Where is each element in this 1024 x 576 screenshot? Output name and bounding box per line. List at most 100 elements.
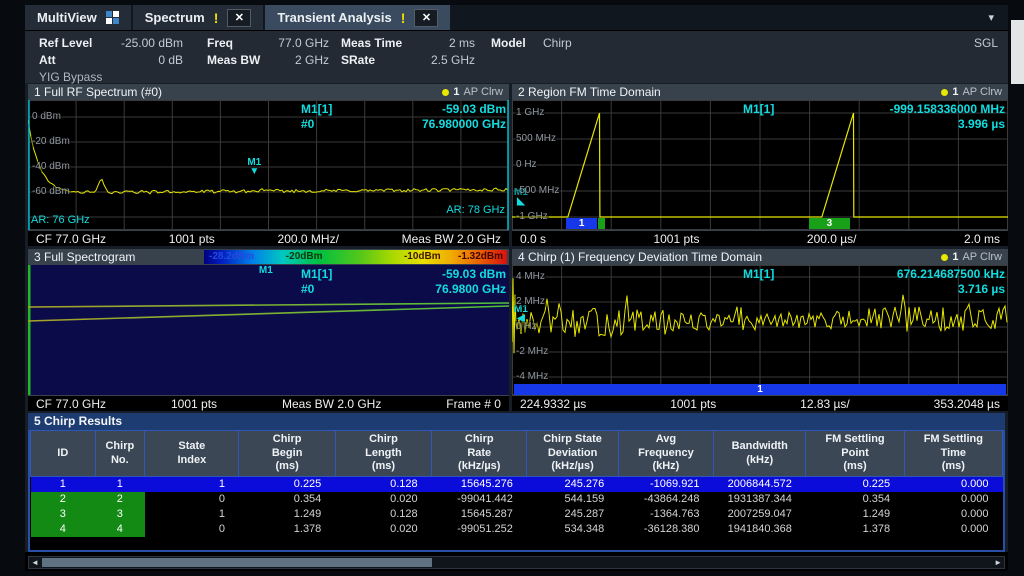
chart-area[interactable]: M1[1]-999.158336000 MHz3.996 µs M1◣ 1 GH… xyxy=(512,100,1008,230)
footer-item: 200.0 MHz/ xyxy=(278,232,339,246)
table-cell: 1 xyxy=(95,477,145,492)
table-column-header[interactable]: Chirp StateDeviation(kHz/µs) xyxy=(527,431,618,477)
table-cell: 0.000 xyxy=(904,507,1002,522)
table-row[interactable]: 4401.3780.020-99051.252534.348-36128.380… xyxy=(31,522,1003,537)
tab-transient-analysis[interactable]: Transient Analysis ! ✕ xyxy=(265,5,450,30)
table-column-header[interactable]: AvgFrequency(kHz) xyxy=(618,431,713,477)
chevron-down-icon[interactable]: ▾ xyxy=(988,11,994,24)
table-cell: 2 xyxy=(95,492,145,507)
warning-icon: ! xyxy=(401,10,406,26)
panel-header[interactable]: 4 Chirp (1) Frequency Deviation Time Dom… xyxy=(512,249,1008,265)
y-axis-tick-label: -1 GHz xyxy=(515,211,549,222)
srate-label[interactable]: SRate xyxy=(341,53,415,67)
table-column-header[interactable]: ChirpNo. xyxy=(95,431,145,477)
ref-level-label[interactable]: Ref Level xyxy=(39,36,119,50)
table-column-header[interactable]: FM SettlingPoint(ms) xyxy=(806,431,904,477)
table-column-header[interactable]: ChirpRate(kHz/µs) xyxy=(432,431,527,477)
att-value[interactable]: 0 dB xyxy=(119,53,183,67)
table-column-header[interactable]: FM SettlingTime(ms) xyxy=(904,431,1002,477)
panel-full-rf-spectrum[interactable]: 1 Full RF Spectrum (#0) 1AP Clrw M1[1]-5… xyxy=(28,84,509,246)
y-axis-tick-label: 1 GHz xyxy=(515,107,545,118)
footer-item: Frame # 0 xyxy=(446,397,501,411)
table-cell: 1.378 xyxy=(239,522,335,537)
table-cell: 2007259.047 xyxy=(714,507,806,522)
table-cell: 0.354 xyxy=(239,492,335,507)
settings-row-3: YIG Bypass xyxy=(39,69,998,85)
table-column-header[interactable]: ChirpLength(ms) xyxy=(335,431,431,477)
marker-readout: M1[1]-999.158336000 MHz3.996 µs xyxy=(743,101,1005,131)
tab-label: Spectrum xyxy=(145,10,205,25)
tab-multiview[interactable]: MultiView xyxy=(25,5,131,30)
analysis-region-stop-label: AR: 78 GHz xyxy=(446,204,505,216)
table-column-header[interactable]: StateIndex xyxy=(145,431,239,477)
panel-chirp-frequency-deviation[interactable]: 4 Chirp (1) Frequency Deviation Time Dom… xyxy=(512,249,1008,411)
panel-full-spectrogram[interactable]: 3 Full Spectrogram -28.2dBm -20dBm -10dB… xyxy=(28,249,509,411)
trace-color-dot xyxy=(941,89,948,96)
marker-readout-row: M1[1]-999.158336000 MHz xyxy=(743,101,1005,116)
chirp-results-table: IDChirpNo.StateIndexChirpBegin(ms)ChirpL… xyxy=(30,430,1003,537)
table-column-header[interactable]: ID xyxy=(31,431,96,477)
y-axis-tick-label: 500 MHz xyxy=(515,133,557,144)
table-row[interactable]: 1110.2250.12815645.276245.276-1069.92120… xyxy=(31,477,1003,492)
table-row[interactable]: 3311.2490.12815645.287245.287-1364.76320… xyxy=(31,507,1003,522)
table-column-header[interactable]: Bandwidth(kHz) xyxy=(714,431,806,477)
panel-header[interactable]: 3 Full Spectrogram -28.2dBm -20dBm -10dB… xyxy=(28,249,509,265)
y-axis-tick-label: 0 Hz xyxy=(515,321,538,332)
panel-header[interactable]: 2 Region FM Time Domain 1AP Clrw xyxy=(512,84,1008,100)
table-header-row: IDChirpNo.StateIndexChirpBegin(ms)ChirpL… xyxy=(31,431,1003,477)
y-axis-tick-label: -500 MHz xyxy=(515,185,560,196)
footer-item: 1001 pts xyxy=(653,232,699,246)
scroll-left-icon[interactable]: ◄ xyxy=(31,558,39,568)
tab-label: Transient Analysis xyxy=(277,10,391,25)
table-row[interactable]: 2200.3540.020-99041.442544.159-43864.248… xyxy=(31,492,1003,507)
chart-area[interactable]: M1[1]676.214687500 kHz3.716 µs M1◀ 4 MHz… xyxy=(512,265,1008,395)
table-cell: 0.020 xyxy=(335,492,431,507)
meas-time-value[interactable]: 2 ms xyxy=(415,36,475,50)
table-column-header[interactable]: ChirpBegin(ms) xyxy=(239,431,335,477)
meas-bw-label[interactable]: Meas BW xyxy=(207,53,269,67)
footer-item: 224.9332 µs xyxy=(520,397,586,411)
srate-value[interactable]: 2.5 GHz xyxy=(415,53,475,67)
m1-marker[interactable]: M1▼ xyxy=(247,158,261,176)
close-icon[interactable]: ✕ xyxy=(227,9,251,27)
y-axis-tick-label: 0 dBm xyxy=(31,111,62,122)
spectrogram-area[interactable]: M1[1]-59.03 dBm#076.9800 GHz M1 xyxy=(28,265,509,395)
trace-mode: AP Clrw xyxy=(962,251,1002,263)
model-label[interactable]: Model xyxy=(491,36,535,50)
close-icon[interactable]: ✕ xyxy=(414,9,438,27)
table-cell: 3 xyxy=(31,507,96,522)
scroll-right-icon[interactable]: ► xyxy=(994,558,1002,568)
table-cell: 0.000 xyxy=(904,477,1002,492)
meas-time-label[interactable]: Meas Time xyxy=(341,36,415,50)
instrument-screen: MultiView Spectrum ! ✕ Transient Analysi… xyxy=(0,0,1024,576)
analysis-region-start-label: AR: 76 GHz xyxy=(31,214,90,226)
marker-readout: M1[1]676.214687500 kHz3.716 µs xyxy=(743,266,1005,296)
color-scale-label: -20dBm xyxy=(286,251,323,262)
table-cell: 1 xyxy=(145,507,239,522)
m1-marker[interactable]: M1 xyxy=(259,266,273,275)
results-title[interactable]: 5 Chirp Results xyxy=(28,413,1005,430)
chirp-results-window[interactable]: 5 Chirp Results IDChirpNo.StateIndexChir… xyxy=(28,413,1005,552)
meas-bw-value[interactable]: 2 GHz xyxy=(269,53,329,67)
freq-value[interactable]: 77.0 GHz xyxy=(269,36,329,50)
table-cell: 0.000 xyxy=(904,522,1002,537)
footer-item: Meas BW 2.0 GHz xyxy=(402,232,501,246)
panel-header[interactable]: 1 Full RF Spectrum (#0) 1AP Clrw xyxy=(28,84,509,100)
att-label[interactable]: Att xyxy=(39,53,119,67)
panel-footer: 0.0 s1001 pts200.0 µs/2.0 ms xyxy=(512,230,1008,246)
y-axis-tick-label: -20 dBm xyxy=(31,136,71,147)
ref-level-value[interactable]: -25.00 dBm xyxy=(119,36,183,50)
chirp-region-bar xyxy=(598,218,605,229)
table-cell: 1931387.344 xyxy=(714,492,806,507)
tab-spectrum[interactable]: Spectrum ! ✕ xyxy=(133,5,264,30)
table-cell: 0.020 xyxy=(335,522,431,537)
freq-label[interactable]: Freq xyxy=(207,36,269,50)
footer-item: CF 77.0 GHz xyxy=(36,232,106,246)
scrollbar-thumb[interactable] xyxy=(42,558,432,567)
panel-region-fm-time-domain[interactable]: 2 Region FM Time Domain 1AP Clrw M1[1]-9… xyxy=(512,84,1008,246)
chart-area[interactable]: M1[1]-59.03 dBm#076.980000 GHz AR: 76 GH… xyxy=(28,100,509,230)
model-value[interactable]: Chirp xyxy=(543,36,572,50)
trace-color-dot xyxy=(442,89,449,96)
y-axis-tick-label: -2 MHz xyxy=(515,346,549,357)
horizontal-scrollbar[interactable]: ◄ ► xyxy=(28,556,1005,569)
